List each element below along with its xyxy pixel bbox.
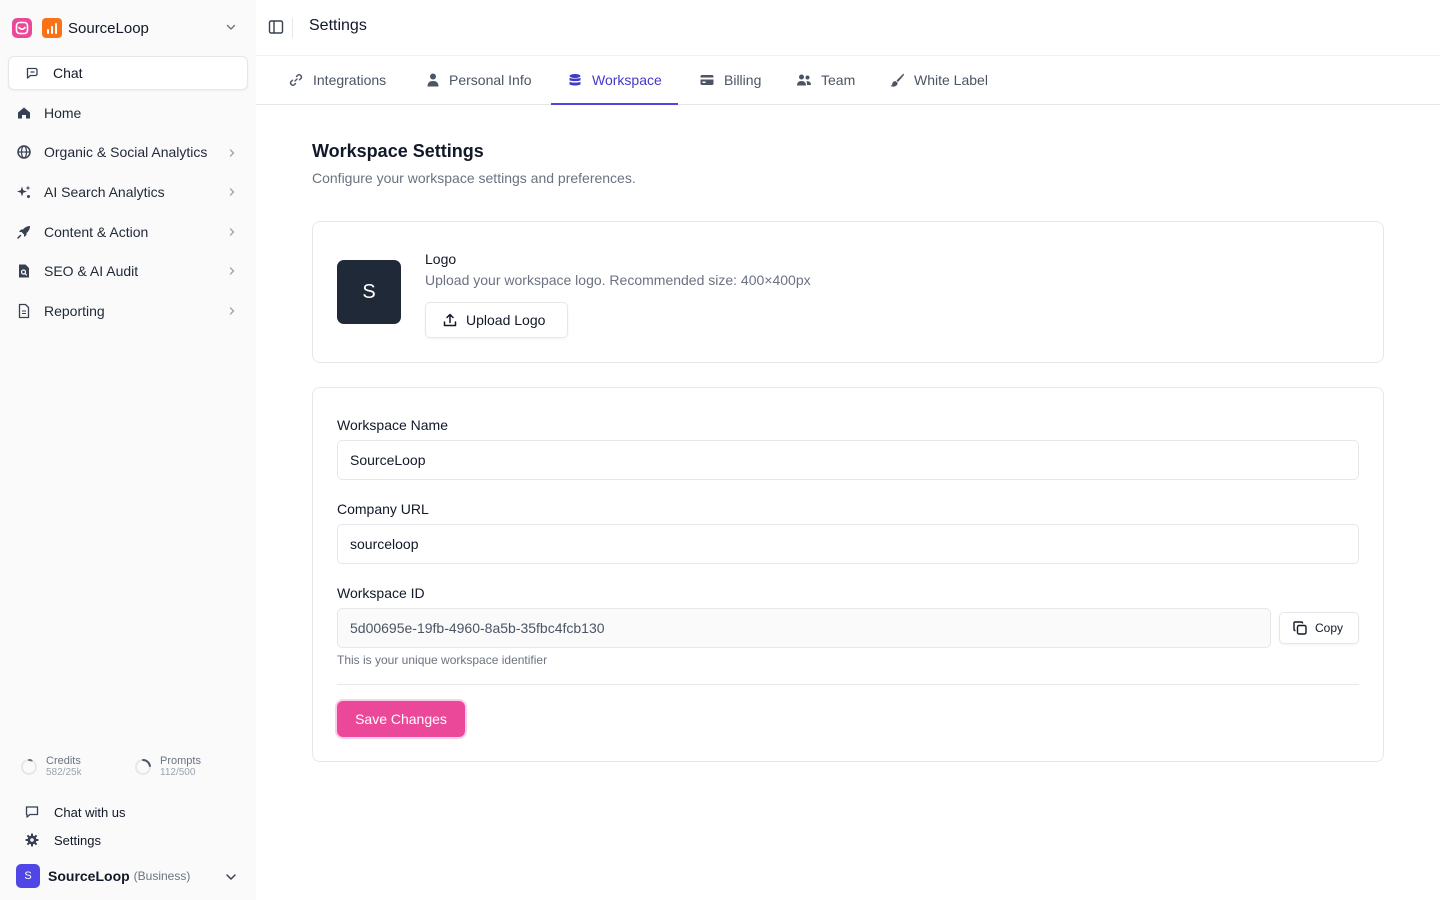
tab-integrations[interactable]: Integrations: [288, 56, 386, 104]
copy-label: Copy: [1315, 621, 1344, 635]
chat-icon: [26, 67, 38, 79]
prompts-label: Prompts: [160, 755, 201, 767]
tab-label: Integrations: [313, 72, 387, 88]
tab-personal-info[interactable]: Personal Info: [426, 56, 532, 104]
sidebar-item-home[interactable]: Home: [8, 93, 248, 133]
workspace-switcher[interactable]: SourceLoop: [0, 0, 256, 56]
logo-card: S Logo Upload your workspace logo. Recom…: [312, 221, 1384, 363]
workspace-form-card: Workspace Name Company URL Workspace ID …: [312, 387, 1384, 762]
copy-icon: [1293, 621, 1307, 635]
workspace-name-input[interactable]: [337, 440, 1359, 480]
chevron-right-icon: [229, 307, 235, 315]
account-plan: (Business): [133, 869, 191, 883]
gear-icon: [25, 833, 39, 847]
message-icon: [25, 806, 39, 818]
copy-id-button[interactable]: Copy: [1279, 612, 1359, 644]
workspace-name-label: Workspace Name: [337, 417, 449, 433]
chevron-right-icon: [229, 148, 235, 157]
header-divider: [292, 18, 293, 38]
sidebar: SourceLoop Chat Home Organic & Social An…: [0, 0, 256, 900]
home-icon: [16, 105, 32, 121]
rocket-icon: [16, 224, 32, 240]
workspace-id-label: Workspace ID: [337, 585, 425, 601]
sidebar-item-label: Organic & Social Analytics: [44, 144, 208, 161]
company-url-label: Company URL: [337, 501, 429, 517]
workspace-id-hint: This is your unique workspace identifier: [337, 653, 548, 667]
chat-with-us-link[interactable]: Chat with us: [24, 802, 126, 822]
tab-white-label[interactable]: White Label: [889, 56, 988, 104]
users-icon: [797, 74, 811, 86]
chevron-right-icon: [229, 228, 235, 236]
tab-team[interactable]: Team: [796, 56, 855, 104]
user-icon: [427, 73, 439, 87]
credits-value: 582/25k: [46, 767, 82, 778]
tab-label: Personal Info: [449, 72, 532, 88]
sidebar-item-label: Reporting: [44, 302, 105, 319]
sidebar-item-organic-social[interactable]: Organic & Social Analytics: [8, 133, 248, 173]
file-text-icon: [16, 303, 32, 319]
workspace-chart-icon: [42, 18, 62, 38]
sidebar-item-label: Home: [44, 104, 82, 121]
prompts-value: 112/500: [160, 767, 196, 778]
account-name: SourceLoop: [48, 868, 130, 884]
chevron-down-icon: [226, 24, 236, 30]
top-bar: Settings: [256, 0, 1440, 56]
brush-icon: [890, 73, 904, 87]
workspace-id-input[interactable]: [337, 608, 1271, 648]
main-content: Settings Integrations Personal Info Work…: [256, 0, 1440, 900]
account-switcher[interactable]: S SourceLoop (Business): [16, 864, 248, 888]
sidebar-item-ai-search[interactable]: AI Search Analytics: [8, 172, 248, 212]
section-title: Workspace Settings: [312, 141, 484, 161]
settings-tabs: Integrations Personal Info Workspace Bil…: [256, 56, 1440, 105]
sidebar-item-content-action[interactable]: Content & Action: [8, 212, 248, 252]
file-search-icon: [16, 263, 32, 279]
credit-card-icon: [700, 75, 714, 85]
prompts-meter: Prompts 112/500: [134, 755, 201, 779]
credits-progress-ring: [21, 759, 37, 775]
upload-logo-button[interactable]: Upload Logo: [425, 302, 568, 338]
settings-link[interactable]: Settings: [24, 830, 101, 850]
chevron-right-icon: [229, 267, 235, 276]
tab-label: White Label: [914, 72, 988, 88]
tab-workspace[interactable]: Workspace: [551, 56, 678, 105]
sidebar-item-label: SEO & AI Audit: [44, 263, 139, 280]
database-icon: [569, 74, 581, 86]
globe-icon: [16, 144, 32, 160]
chat-label: Chat: [53, 65, 83, 81]
sidebar-nav: Home Organic & Social Analytics AI Searc…: [8, 93, 248, 331]
logo-description: Upload your workspace logo. Recommended …: [425, 272, 811, 288]
sparkles-icon: [16, 184, 32, 200]
link-icon: [289, 74, 303, 86]
section-subtitle: Configure your workspace settings and pr…: [312, 170, 636, 186]
prompts-progress-ring: [135, 759, 151, 775]
workspace-logo-preview: S: [337, 260, 401, 324]
logo-title: Logo: [425, 251, 457, 267]
workspace-name: SourceLoop: [68, 19, 149, 37]
sidebar-toggle-icon[interactable]: [268, 19, 284, 35]
tab-label: Workspace: [592, 72, 662, 88]
tab-label: Team: [821, 72, 856, 88]
save-changes-button[interactable]: Save Changes: [337, 701, 465, 737]
sidebar-item-label: Content & Action: [44, 223, 149, 240]
page-title: Settings: [309, 17, 367, 34]
chat-with-us-label: Chat with us: [54, 804, 126, 820]
tab-billing[interactable]: Billing: [699, 56, 761, 104]
avatar: S: [16, 864, 40, 888]
chevron-right-icon: [229, 188, 235, 196]
app-logo-icon: [12, 18, 32, 38]
chevron-down-icon: [226, 874, 236, 880]
chat-button[interactable]: Chat: [8, 56, 248, 90]
company-url-input[interactable]: [337, 524, 1359, 564]
usage-meters: Credits 582/25k Prompts 112/500: [20, 755, 250, 783]
form-divider: [337, 684, 1359, 685]
upload-icon: [443, 313, 457, 327]
sidebar-item-label: AI Search Analytics: [44, 183, 165, 200]
tab-label: Billing: [724, 72, 762, 88]
credits-meter: Credits 582/25k: [20, 755, 82, 779]
settings-label: Settings: [54, 832, 101, 848]
upload-logo-label: Upload Logo: [466, 312, 546, 328]
credits-label: Credits: [46, 755, 81, 767]
sidebar-item-reporting[interactable]: Reporting: [8, 291, 248, 331]
sidebar-item-seo-audit[interactable]: SEO & AI Audit: [8, 251, 248, 291]
